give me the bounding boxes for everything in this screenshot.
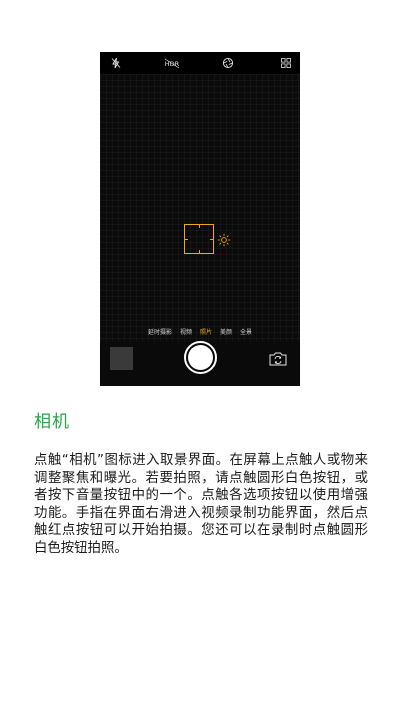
mode-beauty[interactable]: 美颜 <box>220 328 232 342</box>
section-title: 相机 <box>34 412 70 432</box>
camera-mode-selector: 延时摄影 视频 照片 美颜 全景 <box>100 328 300 342</box>
focus-frame <box>184 224 214 254</box>
manual-page: HDR 延时摄影 视频 照片 美颜 全景 相机 点触“相机”图标进入取景界面。在… <box>0 0 400 711</box>
shutter-inner <box>188 345 213 370</box>
shutter-button[interactable] <box>184 341 217 374</box>
mode-timelapse[interactable]: 延时摄影 <box>148 328 172 342</box>
gallery-thumbnail[interactable] <box>110 347 133 370</box>
section-body: 点触“相机”图标进入取景界面。在屏幕上点触人或物来调整聚焦和曝光。若要拍照，请点… <box>34 453 368 556</box>
camera-top-bar: HDR <box>100 52 300 74</box>
mode-video[interactable]: 视频 <box>180 328 192 342</box>
viewfinder[interactable] <box>100 74 300 364</box>
grid-menu-icon[interactable] <box>280 57 292 69</box>
mode-panorama[interactable]: 全景 <box>240 328 252 342</box>
aperture-filter-icon[interactable] <box>222 57 234 69</box>
hdr-icon[interactable]: HDR <box>163 57 181 69</box>
switch-camera-icon[interactable] <box>268 351 288 367</box>
camera-screenshot: HDR 延时摄影 视频 照片 美颜 全景 <box>100 52 300 386</box>
mode-photo[interactable]: 照片 <box>200 328 212 342</box>
camera-bottom-bar <box>100 341 300 386</box>
exposure-sun-icon[interactable] <box>217 232 231 247</box>
flash-off-icon[interactable] <box>110 57 122 69</box>
